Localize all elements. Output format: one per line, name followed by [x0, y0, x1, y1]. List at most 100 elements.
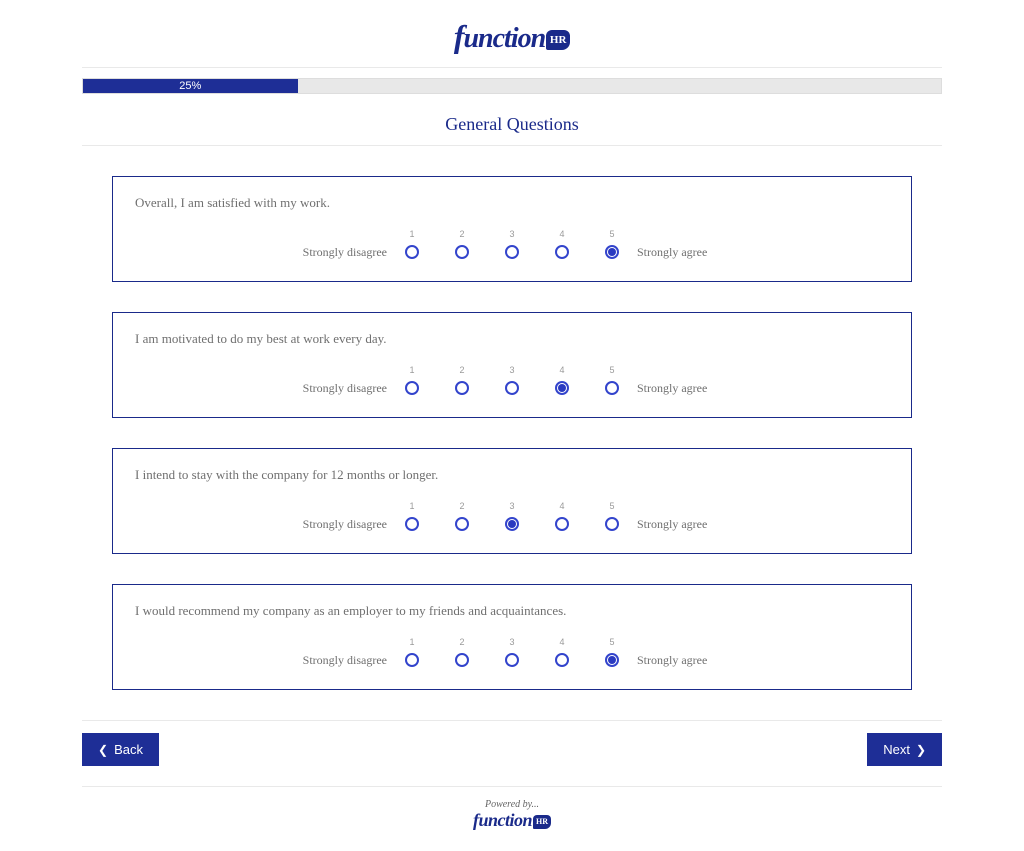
scale-left-label: Strongly disagree	[295, 653, 405, 667]
radio-icon[interactable]	[455, 517, 469, 531]
question-text: Overall, I am satisfied with my work.	[135, 195, 889, 211]
scale-option-number: 2	[459, 637, 464, 647]
scale-right-label: Strongly agree	[619, 653, 729, 667]
question-text: I intend to stay with the company for 12…	[135, 467, 889, 483]
back-button-label: Back	[114, 742, 143, 757]
brand-rest: unction	[478, 810, 532, 830]
scale-row: Strongly disagree 1 2 3 4 5 Strongly agree	[135, 229, 889, 259]
radio-icon[interactable]	[555, 381, 569, 395]
scale-option-number: 2	[459, 229, 464, 239]
radio-icon[interactable]	[505, 245, 519, 259]
scale-option-number: 4	[559, 637, 564, 647]
scale-option-4[interactable]: 4	[555, 501, 569, 531]
back-button[interactable]: ❮ Back	[82, 733, 159, 766]
scale-option-3[interactable]: 3	[505, 637, 519, 667]
scale-options: 1 2 3 4 5	[405, 501, 619, 531]
scale-left-label: Strongly disagree	[295, 517, 405, 531]
radio-icon[interactable]	[605, 517, 619, 531]
scale-option-1[interactable]: 1	[405, 365, 419, 395]
scale-options: 1 2 3 4 5	[405, 365, 619, 395]
scale-option-2[interactable]: 2	[455, 501, 469, 531]
question-text: I am motivated to do my best at work eve…	[135, 331, 889, 347]
scale-options: 1 2 3 4 5	[405, 229, 619, 259]
scale-option-number: 2	[459, 501, 464, 511]
divider	[82, 720, 942, 721]
scale-option-number: 1	[409, 365, 414, 375]
scale-options: 1 2 3 4 5	[405, 637, 619, 667]
radio-icon[interactable]	[405, 245, 419, 259]
scale-option-5[interactable]: 5	[605, 637, 619, 667]
radio-icon[interactable]	[405, 381, 419, 395]
question-list: Overall, I am satisfied with my work. Str…	[112, 176, 912, 690]
brand-logo: functionHR	[82, 10, 942, 61]
question-text: I would recommend my company as an emplo…	[135, 603, 889, 619]
scale-row: Strongly disagree 1 2 3 4 5Strongly agree	[135, 637, 889, 667]
footer-logo: functionHR	[82, 810, 942, 831]
scale-option-5[interactable]: 5	[605, 501, 619, 531]
brand-badge: HR	[533, 815, 551, 829]
divider	[82, 786, 942, 787]
progress-label: 25%	[179, 80, 201, 92]
divider	[82, 145, 942, 146]
scale-right-label: Strongly agree	[619, 245, 729, 259]
chevron-left-icon: ❮	[98, 743, 108, 757]
question-card: Overall, I am satisfied with my work. Str…	[112, 176, 912, 282]
radio-icon[interactable]	[605, 245, 619, 259]
scale-option-number: 3	[509, 229, 514, 239]
scale-right-label: Strongly agree	[619, 517, 729, 531]
scale-row: Strongly disagree 1 2 3 4 5 Strongly agree	[135, 501, 889, 531]
radio-icon[interactable]	[505, 653, 519, 667]
scale-option-1[interactable]: 1	[405, 501, 419, 531]
scale-option-3[interactable]: 3	[505, 229, 519, 259]
scale-option-number: 5	[609, 501, 614, 511]
scale-option-5[interactable]: 5	[605, 365, 619, 395]
nav-row: ❮ Back Next ❯	[82, 733, 942, 766]
scale-option-number: 1	[409, 229, 414, 239]
question-card: I intend to stay with the company for 12…	[112, 448, 912, 554]
radio-icon[interactable]	[555, 653, 569, 667]
powered-by-label: Powered by...	[82, 799, 942, 810]
scale-option-number: 4	[559, 365, 564, 375]
scale-option-2[interactable]: 2	[455, 365, 469, 395]
scale-option-4[interactable]: 4	[555, 637, 569, 667]
radio-icon[interactable]	[405, 653, 419, 667]
brand-rest: unction	[463, 23, 545, 54]
progress-fill: 25%	[83, 79, 298, 93]
radio-icon[interactable]	[455, 245, 469, 259]
scale-right-label: Strongly agree	[619, 381, 729, 395]
question-card: I am motivated to do my best at work eve…	[112, 312, 912, 418]
scale-option-5[interactable]: 5	[605, 229, 619, 259]
scale-option-1[interactable]: 1	[405, 637, 419, 667]
scale-option-2[interactable]: 2	[455, 637, 469, 667]
scale-option-number: 5	[609, 229, 614, 239]
radio-icon[interactable]	[555, 245, 569, 259]
scale-option-1[interactable]: 1	[405, 229, 419, 259]
section-title: General Questions	[82, 114, 942, 135]
scale-option-number: 1	[409, 501, 414, 511]
scale-option-4[interactable]: 4	[555, 229, 569, 259]
progress-bar: 25%	[82, 78, 942, 94]
scale-option-2[interactable]: 2	[455, 229, 469, 259]
scale-option-number: 4	[559, 229, 564, 239]
radio-icon[interactable]	[605, 653, 619, 667]
radio-icon[interactable]	[505, 381, 519, 395]
scale-option-3[interactable]: 3	[505, 365, 519, 395]
brand-badge: HR	[546, 30, 570, 50]
scale-option-3[interactable]: 3	[505, 501, 519, 531]
radio-icon[interactable]	[405, 517, 419, 531]
next-button[interactable]: Next ❯	[867, 733, 942, 766]
scale-option-number: 3	[509, 637, 514, 647]
next-button-label: Next	[883, 742, 910, 757]
radio-icon[interactable]	[455, 381, 469, 395]
scale-option-number: 3	[509, 365, 514, 375]
radio-icon[interactable]	[455, 653, 469, 667]
scale-option-number: 1	[409, 637, 414, 647]
radio-icon[interactable]	[505, 517, 519, 531]
scale-left-label: Strongly disagree	[295, 245, 405, 259]
scale-option-4[interactable]: 4	[555, 365, 569, 395]
scale-option-number: 5	[609, 365, 614, 375]
scale-row: Strongly disagree12345Strongly agree	[135, 365, 889, 395]
radio-icon[interactable]	[605, 381, 619, 395]
question-card: I would recommend my company as an emplo…	[112, 584, 912, 690]
radio-icon[interactable]	[555, 517, 569, 531]
